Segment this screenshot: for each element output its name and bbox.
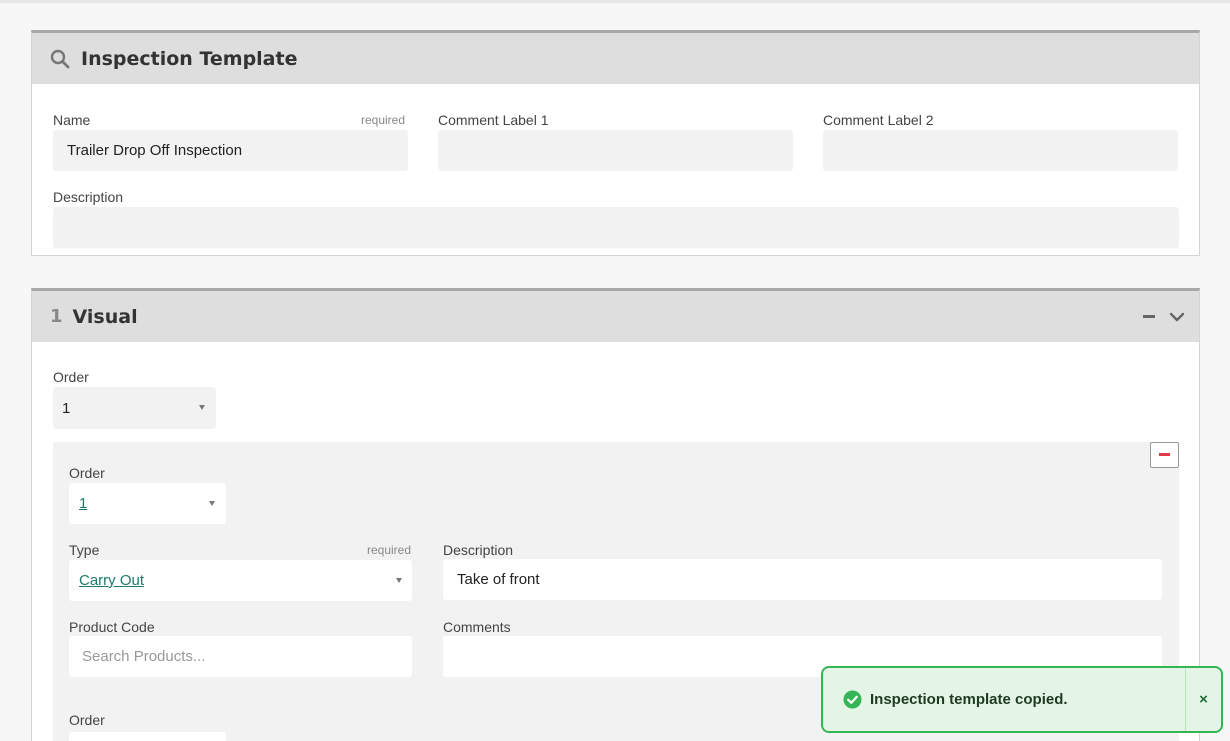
next-item-order-select[interactable] xyxy=(69,732,226,741)
section-order-label: Order xyxy=(53,369,89,385)
comment-label-2-input[interactable] xyxy=(823,130,1178,171)
item-type-select[interactable]: Carry Out xyxy=(69,560,412,601)
section-order-select[interactable]: 1 xyxy=(53,387,216,429)
item-type-value: Carry Out xyxy=(79,572,145,589)
description-label: Description xyxy=(53,189,124,205)
success-toast: Inspection template copied. × xyxy=(821,666,1223,733)
item-description-value: Take of front xyxy=(457,571,540,588)
section-order-value: 1 xyxy=(62,399,71,417)
name-input-value: Trailer Drop Off Inspection xyxy=(67,142,243,159)
item-description-label: Description xyxy=(443,542,514,558)
comment-label-1-input[interactable] xyxy=(438,130,793,171)
product-code-placeholder: Search Products... xyxy=(82,648,206,665)
name-label: Name xyxy=(53,112,91,128)
section-number: 1 xyxy=(50,306,63,327)
toast-message: Inspection template copied. xyxy=(870,691,1068,708)
template-panel-title: Inspection Template xyxy=(81,47,298,70)
item-order-value: 1 xyxy=(79,495,88,512)
name-required-hint: required xyxy=(361,113,406,127)
top-divider xyxy=(0,0,1230,3)
comment-label-2-label: Comment Label 2 xyxy=(823,112,934,128)
caret-down-icon xyxy=(396,578,402,583)
caret-down-icon xyxy=(199,405,205,410)
template-panel-header: Inspection Template xyxy=(32,33,1199,84)
check-circle-icon xyxy=(843,690,862,709)
name-input[interactable]: Trailer Drop Off Inspection xyxy=(53,130,408,171)
inspection-template-panel: Inspection Template Name required Traile… xyxy=(31,30,1200,256)
item-comments-label: Comments xyxy=(443,619,511,635)
remove-icon[interactable] xyxy=(1150,442,1179,468)
item-order-label: Order xyxy=(69,465,105,481)
item-description-input[interactable]: Take of front xyxy=(443,559,1162,600)
minus-icon[interactable] xyxy=(1143,315,1155,318)
next-item-order-label: Order xyxy=(69,712,105,728)
chevron-down-icon[interactable] xyxy=(1169,310,1185,322)
item-order-select[interactable]: 1 xyxy=(69,483,226,524)
section-header[interactable]: 1 Visual xyxy=(32,291,1199,342)
item-type-required-hint: required xyxy=(367,543,412,557)
section-title: Visual xyxy=(72,305,138,328)
product-code-label: Product Code xyxy=(69,619,155,635)
product-code-search-input[interactable]: Search Products... xyxy=(69,636,412,677)
caret-down-icon xyxy=(209,501,215,506)
search-icon[interactable] xyxy=(50,49,70,69)
description-input[interactable] xyxy=(53,207,1179,248)
comment-label-1-label: Comment Label 1 xyxy=(438,112,549,128)
close-icon[interactable]: × xyxy=(1185,668,1221,731)
item-type-label: Type xyxy=(69,542,100,558)
